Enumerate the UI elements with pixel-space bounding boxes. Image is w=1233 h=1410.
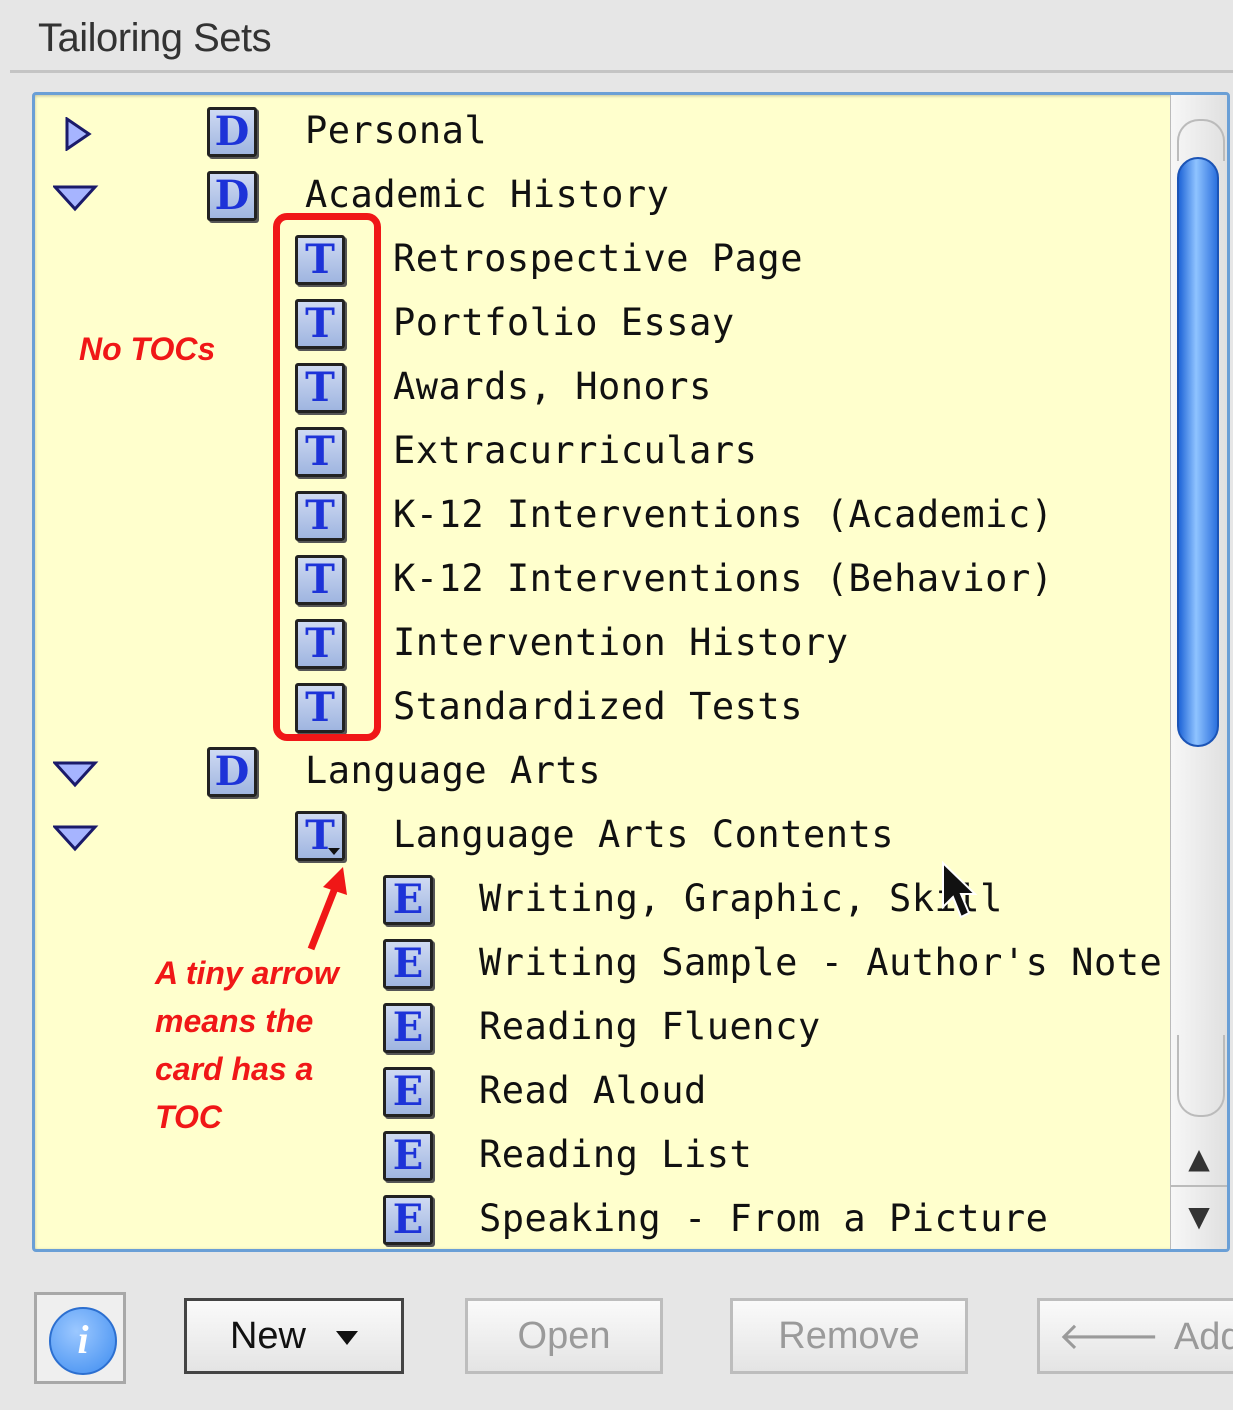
vertical-scrollbar[interactable]: ▲ ▼ — [1170, 95, 1227, 1249]
new-button[interactable]: New — [184, 1298, 404, 1374]
disclosure-triangle-down-icon[interactable] — [53, 757, 99, 791]
tree-row-label: Writing, Graphic, Skill — [479, 877, 1003, 920]
annotation-arrow — [307, 867, 347, 951]
annotation-line-2: means the — [155, 1003, 314, 1039]
tree-row[interactable]: T Intervention History — [35, 613, 1175, 677]
new-button-label: New — [229, 1315, 307, 1357]
tree-row-label: Extracurriculars — [393, 429, 758, 472]
tree-row[interactable]: T Language Arts Contents — [35, 805, 1175, 869]
tree-row-label: Portfolio Essay — [393, 301, 735, 344]
disclosure-triangle-down-icon[interactable] — [53, 181, 99, 215]
tree-row[interactable]: T K-12 Interventions (Academic) — [35, 485, 1175, 549]
mouse-cursor-icon — [942, 861, 978, 919]
tree-row-label: Awards, Honors — [393, 365, 712, 408]
card-type-e-icon: E — [383, 1195, 433, 1245]
tree-row[interactable]: D Personal — [35, 101, 1175, 165]
card-type-e-icon: E — [383, 875, 433, 925]
tree-row-label: Reading Fluency — [479, 1005, 821, 1048]
tree-row-label: Reading List — [479, 1133, 753, 1176]
tree-row[interactable]: T Standardized Tests — [35, 677, 1175, 741]
annotation-line-3: card has a — [155, 1051, 314, 1087]
tree-row-label: Language Arts — [305, 749, 602, 792]
scroll-down-button[interactable]: ▼ — [1171, 1189, 1227, 1245]
info-button[interactable]: i — [34, 1292, 126, 1384]
no-tocs-highlight-box — [273, 213, 381, 741]
tree-row[interactable]: T K-12 Interventions (Behavior) — [35, 549, 1175, 613]
tree-row-label: Personal — [305, 109, 488, 152]
tree-row[interactable]: D Language Arts — [35, 741, 1175, 805]
annotation-tiny-arrow: A tiny arrow means the card has a TOC — [155, 949, 339, 1141]
card-type-e-icon: E — [383, 1131, 433, 1181]
remove-button[interactable]: Remove — [730, 1298, 968, 1374]
tree-row-label: Speaking - From a Picture — [479, 1197, 1049, 1240]
open-button[interactable]: Open — [465, 1298, 663, 1374]
tree-row[interactable]: E Speaking - From a Picture — [35, 1189, 1175, 1249]
disclosure-triangle-right-icon[interactable] — [53, 117, 99, 151]
tree-row[interactable]: D Academic History — [35, 165, 1175, 229]
tree-row-label: Read Aloud — [479, 1069, 707, 1112]
dropdown-arrow-icon — [336, 1330, 359, 1345]
toc-indicator-icon — [328, 848, 340, 855]
annotation-line-1: A tiny arrow — [155, 955, 339, 991]
card-type-t-icon: T — [295, 811, 345, 861]
annotation-no-tocs: No TOCs — [79, 331, 216, 367]
tailoring-sets-list[interactable]: E Speaking - From a Picture E Reading List E… — [32, 92, 1230, 1252]
add-button-label: Add — [1173, 1316, 1233, 1358]
tree-row-label: Language Arts Contents — [393, 813, 895, 856]
card-type-d-icon: D — [207, 747, 257, 797]
card-type-d-icon: D — [207, 171, 257, 221]
scroll-button-separator — [1171, 1185, 1227, 1187]
tree-row-label: Academic History — [305, 173, 670, 216]
scroll-up-button[interactable]: ▲ — [1171, 1131, 1227, 1187]
tree-row-label: Retrospective Page — [393, 237, 803, 280]
tree-row[interactable]: E Writing, Graphic, Skill — [35, 869, 1175, 933]
tree-row-label: K-12 Interventions (Behavior) — [393, 557, 1054, 600]
panel-title: Tailoring Sets — [38, 16, 272, 60]
card-type-e-icon: E — [383, 1003, 433, 1053]
card-type-e-icon: E — [383, 939, 433, 989]
tree-row-label: Writing Sample - Author's Note — [479, 941, 1163, 984]
title-divider — [10, 70, 1233, 73]
annotation-line-4: TOC — [155, 1099, 222, 1135]
tree-row-label: Standardized Tests — [393, 685, 803, 728]
tree-row[interactable]: T Retrospective Page — [35, 229, 1175, 293]
info-icon: i — [49, 1307, 117, 1375]
tree-row-label: Intervention History — [393, 621, 849, 664]
left-arrow-icon: 🡐 — [1058, 1314, 1160, 1358]
scrollbar-top-cap — [1177, 119, 1225, 161]
card-type-d-icon: D — [207, 107, 257, 157]
tree-row-label: K-12 Interventions (Academic) — [393, 493, 1054, 536]
scrollbar-bottom-cap — [1177, 1035, 1225, 1117]
disclosure-triangle-down-icon[interactable] — [53, 821, 99, 855]
card-type-e-icon: E — [383, 1067, 433, 1117]
add-button[interactable]: 🡐 Add — [1037, 1298, 1233, 1374]
scrollbar-thumb[interactable] — [1177, 157, 1219, 747]
tree-row[interactable]: T Extracurriculars — [35, 421, 1175, 485]
